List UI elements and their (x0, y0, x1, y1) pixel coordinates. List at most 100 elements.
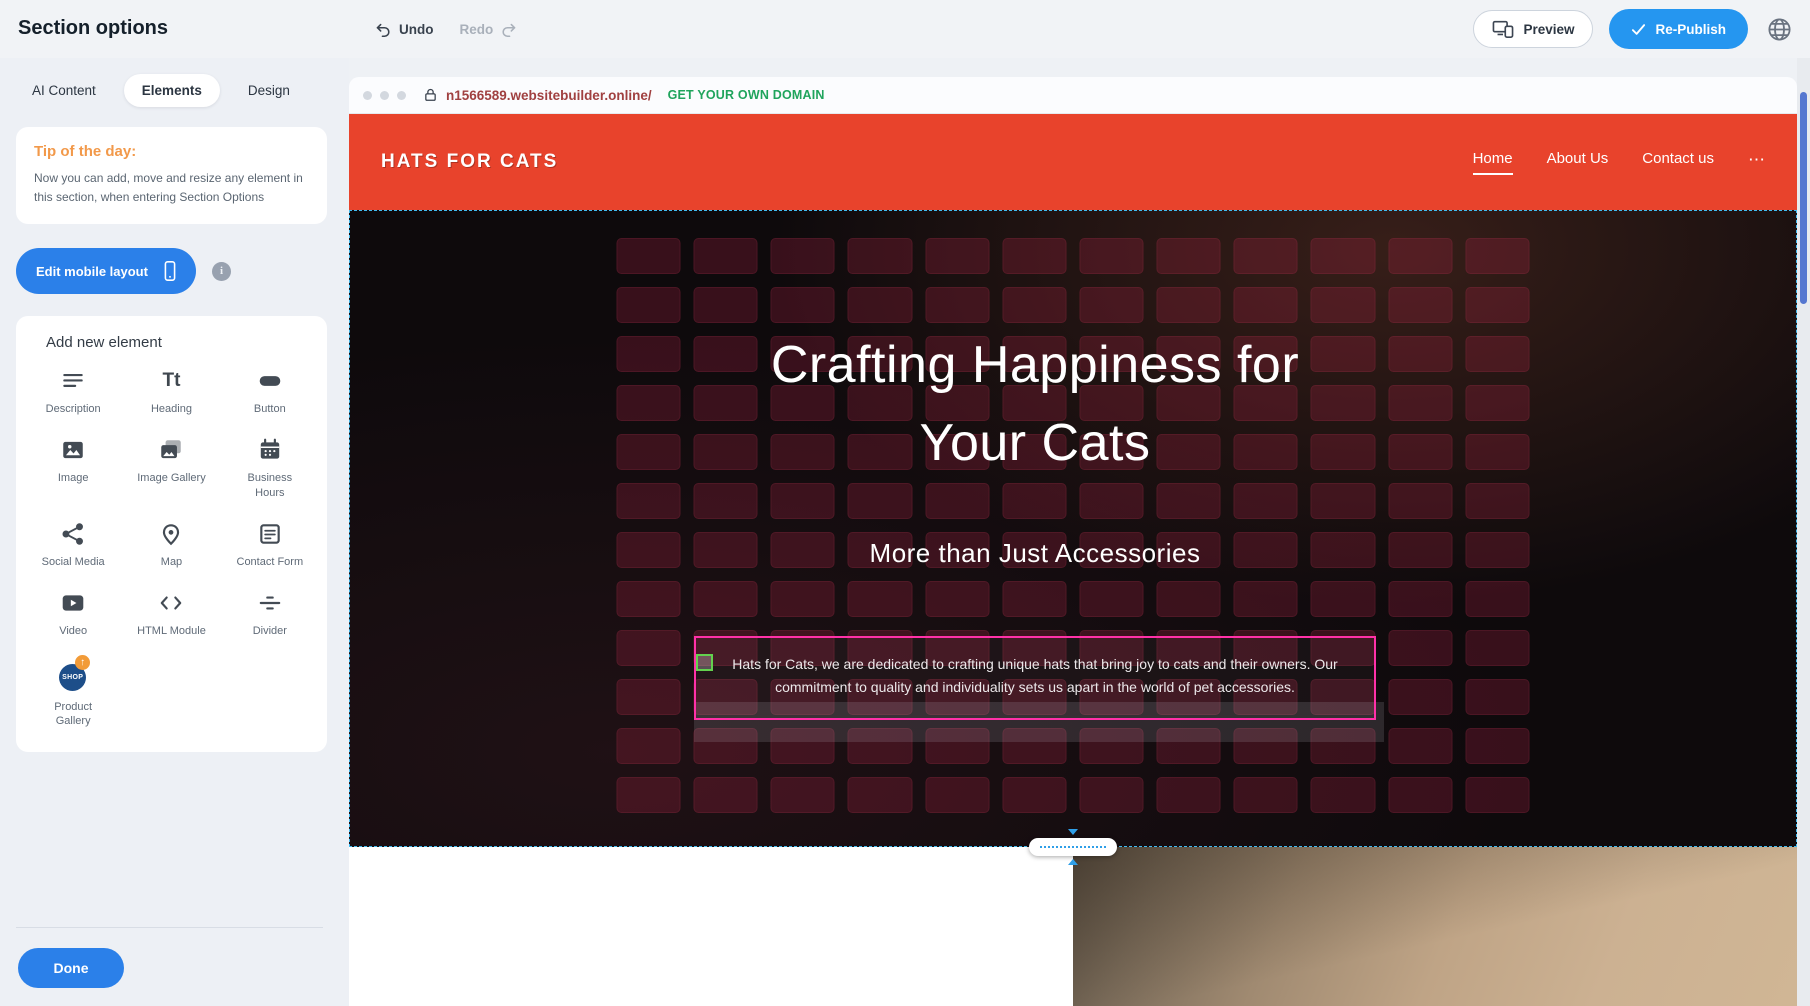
element-label: Divider (253, 624, 287, 638)
hat-tile (925, 581, 989, 617)
canvas-scrollbar[interactable] (1797, 58, 1810, 1006)
element-divider[interactable]: Divider (222, 589, 318, 638)
hat-tile (1311, 777, 1375, 813)
element-button[interactable]: Button (222, 367, 318, 416)
hat-tile (1388, 287, 1452, 323)
redo-icon (500, 21, 517, 38)
video-icon (60, 589, 86, 617)
selected-paragraph-element[interactable]: Hats for Cats, we are dedicated to craft… (694, 636, 1376, 720)
hat-tile (1079, 238, 1143, 274)
devices-icon (1492, 19, 1514, 39)
upgrade-arrow-icon: ↑ (75, 655, 90, 670)
hat-tile (848, 287, 912, 323)
hat-tile (1157, 777, 1221, 813)
tab-design[interactable]: Design (246, 74, 292, 107)
hat-tile (1388, 581, 1452, 617)
hero-section[interactable]: Crafting Happiness for Your Cats More th… (349, 210, 1797, 847)
globe-icon (1766, 16, 1793, 43)
social-media-icon (60, 520, 86, 548)
tip-body: Now you can add, move and resize any ele… (34, 169, 309, 206)
element-social-media[interactable]: Social Media (25, 520, 121, 569)
hat-tile (694, 777, 758, 813)
scrollbar-thumb[interactable] (1800, 92, 1807, 304)
hat-tile (1388, 728, 1452, 764)
hat-tile (694, 287, 758, 323)
done-button[interactable]: Done (18, 948, 124, 988)
hat-tile (617, 679, 681, 715)
element-video[interactable]: Video (25, 589, 121, 638)
hat-tile (694, 238, 758, 274)
hero-subtitle[interactable]: More than Just Accessories (349, 538, 1721, 569)
element-label: Social Media (42, 555, 105, 569)
language-globe-button[interactable] (1764, 14, 1794, 44)
hat-tile (617, 630, 681, 666)
hat-tile (1002, 581, 1066, 617)
element-label: Map (161, 555, 182, 569)
hat-tile (1079, 777, 1143, 813)
element-drag-handle[interactable] (696, 654, 713, 671)
edit-mobile-layout-button[interactable]: Edit mobile layout (16, 248, 196, 294)
element-label: Image (58, 471, 89, 485)
element-label: Image Gallery (137, 471, 205, 485)
hat-tile (848, 483, 912, 519)
site-logo[interactable]: HATS FOR CATS (381, 151, 558, 173)
hat-tile (1002, 483, 1066, 519)
nav-about-us[interactable]: About Us (1547, 150, 1609, 175)
element-heading[interactable]: Tt Heading (123, 367, 219, 416)
republish-button[interactable]: Re-Publish (1609, 9, 1748, 49)
topbar-actions: Preview Re-Publish (1473, 0, 1794, 58)
hat-tile (1465, 287, 1529, 323)
element-contact-form[interactable]: Contact Form (222, 520, 318, 569)
undo-label: Undo (399, 22, 434, 37)
window-dot (363, 91, 372, 100)
hat-tile (1234, 777, 1298, 813)
hero-title-line1: Crafting Happiness for (349, 326, 1721, 404)
hat-tile (617, 777, 681, 813)
site-url[interactable]: n1566589.websitebuilder.online/ (446, 88, 652, 103)
undo-icon (375, 21, 392, 38)
element-image[interactable]: Image (25, 436, 121, 500)
hat-tile (1465, 679, 1529, 715)
preview-button[interactable]: Preview (1473, 10, 1593, 48)
element-description[interactable]: Description (25, 367, 121, 416)
nav-home[interactable]: Home (1473, 150, 1513, 175)
hat-tile (1388, 483, 1452, 519)
hat-tile (617, 728, 681, 764)
element-map[interactable]: Map (123, 520, 219, 569)
section-resize-handle[interactable] (1029, 838, 1117, 856)
contact-form-icon (257, 520, 283, 548)
arrow-down-icon (1068, 829, 1078, 835)
nav-more-icon[interactable]: ⋯ (1748, 150, 1765, 174)
image-gallery-icon (158, 436, 184, 464)
element-label: Video (59, 624, 87, 638)
site-header: HATS FOR CATS Home About Us Contact us ⋯ (349, 114, 1797, 210)
element-html-module[interactable]: HTML Module (123, 589, 219, 638)
element-business-hours[interactable]: Business Hours (222, 436, 318, 500)
top-toolbar: Section options Undo Redo Preview (0, 0, 1810, 58)
hat-tile (1157, 238, 1221, 274)
nav-contact-us[interactable]: Contact us (1642, 150, 1714, 175)
hat-tile (1388, 777, 1452, 813)
undo-button[interactable]: Undo (375, 21, 434, 38)
element-product-gallery[interactable]: SHOP ↑ Product Gallery (25, 659, 121, 729)
redo-label: Redo (460, 22, 494, 37)
tab-elements[interactable]: Elements (124, 74, 220, 107)
hat-tile (925, 238, 989, 274)
hat-tile (1465, 777, 1529, 813)
element-image-gallery[interactable]: Image Gallery (123, 436, 219, 500)
hat-tile (1388, 630, 1452, 666)
republish-label: Re-Publish (1655, 22, 1726, 37)
sidebar-divider (16, 927, 323, 928)
element-label: Business Hours (234, 471, 306, 500)
hat-tile (1234, 581, 1298, 617)
info-icon[interactable]: i (212, 262, 231, 281)
hero-title[interactable]: Crafting Happiness for Your Cats (349, 326, 1721, 482)
get-domain-link[interactable]: GET YOUR OWN DOMAIN (668, 88, 825, 102)
hat-tile (617, 483, 681, 519)
hat-tile (1002, 287, 1066, 323)
tab-ai-content[interactable]: AI Content (30, 74, 98, 107)
redo-button[interactable]: Redo (460, 21, 518, 38)
section-options-sidebar: AI Content Elements Design Tip of the da… (0, 58, 349, 1006)
panel-title: Section options (18, 17, 168, 40)
hat-tile (848, 238, 912, 274)
